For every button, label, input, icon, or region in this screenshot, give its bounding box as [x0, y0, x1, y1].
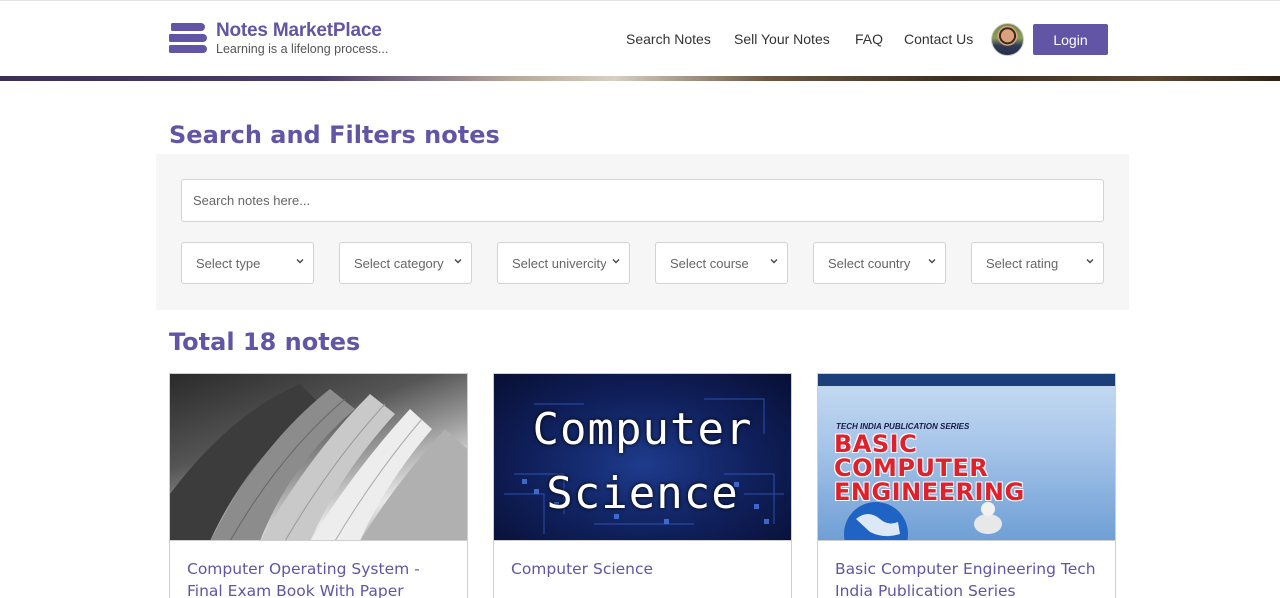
cover-line: Science [546, 468, 739, 519]
note-card[interactable]: Computer Operating System - Final Exam B… [169, 373, 468, 598]
hero-banner-strip [0, 76, 1280, 81]
country-select[interactable]: Select country [813, 242, 946, 284]
chevron-down-icon [770, 259, 778, 264]
books-stack-icon [169, 21, 207, 55]
category-select[interactable]: Select category [339, 242, 472, 284]
course-select[interactable]: Select course [655, 242, 788, 284]
open-book-pages-image [170, 384, 467, 540]
note-thumbnail[interactable] [170, 374, 467, 541]
user-avatar[interactable] [991, 23, 1024, 56]
nav-faq[interactable]: FAQ [855, 31, 883, 47]
chevron-down-icon [1086, 259, 1094, 264]
globe-image [844, 502, 1002, 540]
note-thumbnail[interactable]: Computer Science [494, 374, 791, 541]
chevron-down-icon [454, 259, 462, 264]
note-card[interactable]: Computer Science Computer Science [493, 373, 792, 598]
chevron-down-icon [296, 259, 304, 264]
search-input[interactable] [181, 179, 1104, 222]
type-select[interactable]: Select type [181, 242, 314, 284]
country-select-label: Select country [828, 255, 911, 271]
course-select-label: Select course [670, 255, 749, 271]
filter-panel [156, 154, 1129, 310]
brand-logo[interactable]: Notes MarketPlace Learning is a lifelong… [169, 21, 388, 56]
brand-tagline: Learning is a lifelong process... [216, 42, 389, 56]
cover-line: Computer [532, 404, 753, 455]
nav-contact-us[interactable]: Contact Us [904, 31, 973, 47]
rating-select[interactable]: Select rating [971, 242, 1104, 284]
type-select-label: Select type [196, 255, 261, 271]
university-select[interactable]: Select univercity [497, 242, 630, 284]
brand-title: Notes MarketPlace [216, 20, 382, 41]
login-button[interactable]: Login [1033, 24, 1108, 55]
results-count-title: Total 18 notes [169, 328, 361, 356]
chevron-down-icon [928, 259, 936, 264]
note-title[interactable]: Computer Science [511, 558, 781, 580]
rating-select-label: Select rating [986, 255, 1059, 271]
chevron-down-icon [612, 259, 620, 264]
note-title[interactable]: Computer Operating System - Final Exam B… [187, 558, 457, 598]
category-select-label: Select category [354, 255, 444, 271]
note-card[interactable]: TECH INDIA PUBLICATION SERIES BASIC COMP… [817, 373, 1116, 598]
top-navbar: Notes MarketPlace Learning is a lifelong… [0, 0, 1280, 76]
nav-search-notes[interactable]: Search Notes [626, 31, 711, 47]
nav-sell-your-notes[interactable]: Sell Your Notes [734, 31, 830, 47]
note-title[interactable]: Basic Computer Engineering Tech India Pu… [835, 558, 1105, 598]
note-thumbnail[interactable]: TECH INDIA PUBLICATION SERIES BASIC COMP… [818, 374, 1115, 541]
university-select-label: Select univercity [512, 255, 606, 271]
search-section-title: Search and Filters notes [169, 121, 500, 149]
